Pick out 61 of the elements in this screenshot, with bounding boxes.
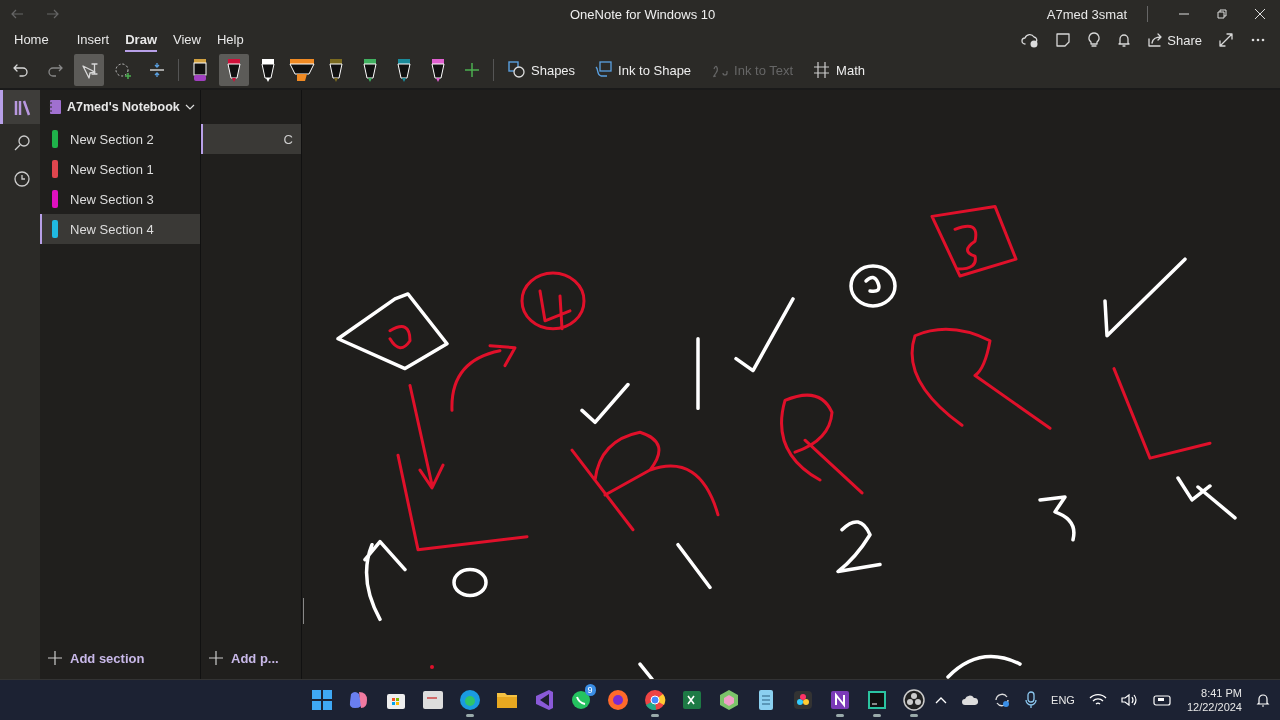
- section-item[interactable]: New Section 4: [40, 214, 200, 244]
- share-button[interactable]: Share: [1147, 32, 1202, 48]
- clock-icon: [12, 170, 31, 188]
- plus-icon: [48, 651, 62, 665]
- page-item[interactable]: C: [201, 124, 301, 154]
- window-title: OneNote for Windows 10: [570, 6, 717, 22]
- ribbon-button[interactable]: Ink to Shape: [587, 54, 700, 86]
- add-section-button[interactable]: Add section: [40, 637, 200, 679]
- notebooks-icon: [12, 98, 31, 116]
- share-icon: [1147, 32, 1164, 48]
- lasso-plus-icon: [114, 61, 132, 79]
- app-icon: [605, 688, 630, 712]
- cloud-icon[interactable]: [961, 694, 980, 706]
- cursor-text-icon: [80, 61, 98, 79]
- shapes-icon: [508, 61, 526, 79]
- sync-icon[interactable]: [993, 691, 1012, 709]
- expand-icon[interactable]: [1218, 32, 1234, 48]
- microphone-icon[interactable]: [1025, 691, 1038, 709]
- section-item[interactable]: New Section 3: [40, 184, 200, 214]
- ribbon-button[interactable]: Math: [805, 54, 873, 86]
- notebook-dropdown[interactable]: A7med's Notebook: [48, 99, 195, 115]
- search-icon: [12, 134, 31, 152]
- app-icon: [457, 688, 482, 712]
- four-squares-icon: [309, 688, 334, 712]
- pen-button[interactable]: [219, 54, 249, 86]
- page-icon[interactable]: [1055, 32, 1072, 48]
- forward-arrow-icon[interactable]: [46, 8, 60, 20]
- notification-badge: 9: [584, 684, 596, 696]
- back-arrow-icon[interactable]: [10, 8, 24, 20]
- cloud-sync-icon[interactable]: [1021, 32, 1040, 48]
- math-icon: [813, 61, 832, 79]
- app-icon: [642, 688, 667, 712]
- wifi-icon[interactable]: [1088, 693, 1107, 707]
- clock[interactable]: 8:41 PM 12/22/2024: [1186, 686, 1242, 714]
- user-name: A7med 3smat: [1046, 6, 1127, 22]
- bell-icon[interactable]: [1117, 32, 1132, 48]
- restore-icon[interactable]: [1216, 8, 1228, 20]
- language-indicator[interactable]: ENG: [1051, 694, 1075, 706]
- ribbon-tab[interactable]: View: [173, 27, 201, 53]
- app-icon: [901, 688, 926, 712]
- chevron-up-icon[interactable]: [935, 696, 948, 704]
- notebook-icon: [48, 99, 62, 115]
- speaker-icon[interactable]: [1120, 693, 1139, 707]
- tool-button[interactable]: [74, 54, 104, 86]
- app-icon: [420, 688, 445, 712]
- ribbon-tab[interactable]: Help: [216, 27, 244, 53]
- plus-icon: [464, 62, 480, 78]
- ribbon-button[interactable]: Shapes: [500, 54, 584, 86]
- plus-icon: [209, 651, 223, 665]
- bell-icon[interactable]: [1256, 692, 1270, 708]
- add-page-button[interactable]: Add p...: [201, 637, 301, 679]
- ink-to-shape-icon: [595, 61, 614, 79]
- ribbon-tab[interactable]: Home: [14, 27, 49, 53]
- section-item[interactable]: New Section 1: [40, 154, 200, 184]
- insert-space-icon: [148, 61, 166, 79]
- section-item[interactable]: New Section 2: [40, 124, 200, 154]
- chevron-down-icon: [184, 104, 195, 110]
- ribbon-tab[interactable]: Insert: [76, 27, 110, 53]
- nav-button[interactable]: [0, 90, 40, 124]
- close-icon[interactable]: [1254, 8, 1266, 20]
- lightbulb-icon[interactable]: [1087, 32, 1102, 48]
